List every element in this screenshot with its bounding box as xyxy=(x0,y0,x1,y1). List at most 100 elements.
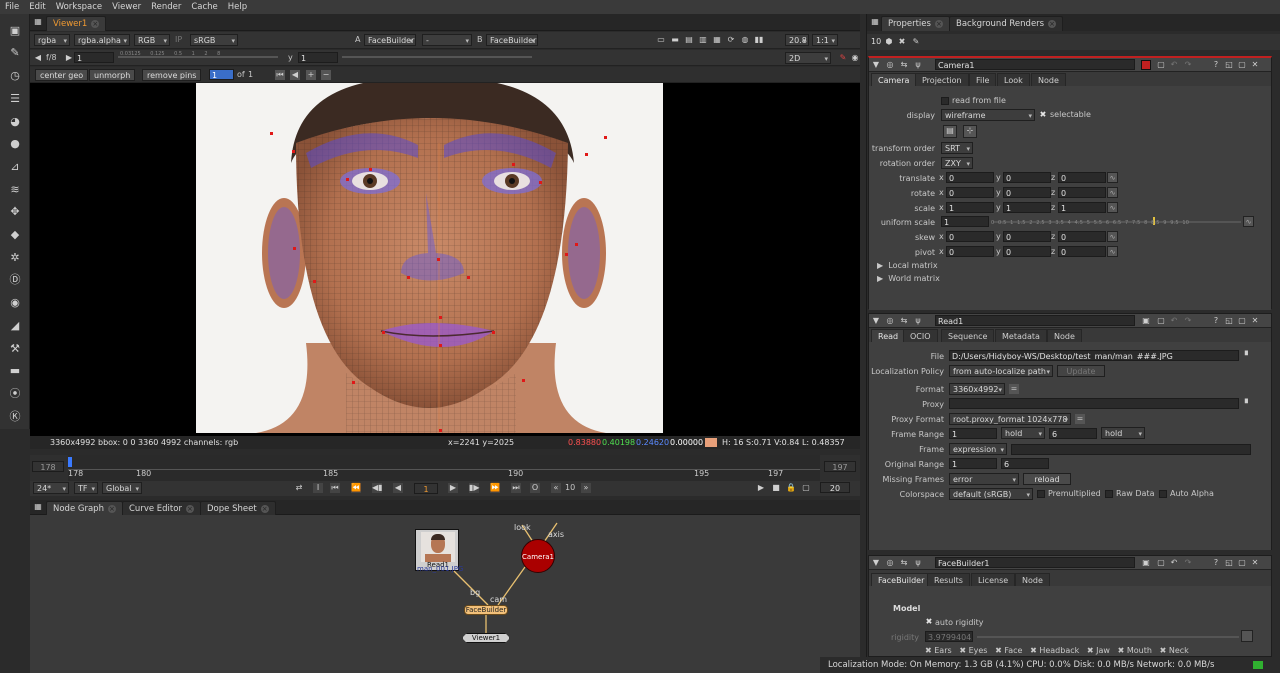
file-path-field[interactable]: D:/Users/Hidyboy-WS/Desktop/test_man/man… xyxy=(949,350,1239,361)
timeline-end[interactable]: 197 xyxy=(824,461,856,472)
read-from-file-checkbox[interactable] xyxy=(941,97,949,105)
input-b-dropdown[interactable]: FaceBuilder1 xyxy=(486,34,538,46)
browse-folder-icon[interactable]: ▘ xyxy=(1243,351,1253,361)
transform-icon[interactable]: ✥ xyxy=(7,203,23,219)
paint-icon[interactable]: ✎ xyxy=(838,53,848,63)
range-dropdown[interactable]: Global xyxy=(102,482,142,494)
original-range-end-field[interactable]: 6 xyxy=(1001,458,1049,469)
add-keyframe-icon[interactable]: + xyxy=(306,70,316,80)
float-icon[interactable]: ◱ xyxy=(1224,558,1234,568)
tab-file[interactable]: File xyxy=(969,73,997,86)
input-icon[interactable]: ⇆ xyxy=(899,316,909,326)
menu-viewer[interactable]: Viewer xyxy=(107,2,146,12)
tab-ocio[interactable]: OCIO xyxy=(903,329,938,342)
camera-node[interactable]: Camera1 xyxy=(521,539,555,573)
folder-icon[interactable]: ▤ xyxy=(943,125,957,138)
step-back-button[interactable]: ◀▮ xyxy=(372,483,383,493)
menu-workspace[interactable]: Workspace xyxy=(51,2,107,12)
translate-y-field[interactable]: 0 xyxy=(1003,172,1051,183)
channels-dropdown[interactable]: rgba xyxy=(34,34,70,46)
timeline-start[interactable]: 178 xyxy=(32,461,64,472)
out-point-icon[interactable]: O xyxy=(530,483,540,493)
skip-forward-icon[interactable]: » xyxy=(581,483,591,493)
part-mouth-checkbox[interactable]: ✖ xyxy=(1118,646,1125,655)
missing-frames-dropdown[interactable]: error xyxy=(949,473,1019,485)
grid-icon[interactable]: ▦ xyxy=(870,17,880,27)
zoom-dropdown[interactable]: 20.8 xyxy=(785,34,809,46)
alpha-dropdown[interactable]: rgba.alpha xyxy=(74,34,130,46)
gl-color-icon[interactable]: ▢ xyxy=(1156,60,1166,70)
translate-z-field[interactable]: 0 xyxy=(1058,172,1106,183)
tab-background-renders[interactable]: Background Renders × xyxy=(949,16,1064,31)
keentools-icon[interactable]: Ⓚ xyxy=(7,408,23,424)
menu-help[interactable]: Help xyxy=(223,2,252,12)
menu-file[interactable]: File xyxy=(0,2,24,12)
end-frame-field[interactable]: 20 xyxy=(820,482,850,493)
toolsets-icon[interactable]: ⚒ xyxy=(7,340,23,356)
channel-icon[interactable]: ☰ xyxy=(7,90,23,106)
maximize-icon[interactable]: ▢ xyxy=(1237,60,1247,70)
menu-render[interactable]: Render xyxy=(146,2,186,12)
tf-dropdown[interactable]: TF xyxy=(74,482,98,494)
lock-icon[interactable]: ◍ xyxy=(740,35,750,45)
format-edit-icon[interactable]: = xyxy=(1009,384,1019,394)
after-hold-dropdown[interactable]: hold xyxy=(1101,427,1145,439)
ratio-dropdown[interactable]: 1:1 xyxy=(812,34,838,46)
metadata-icon[interactable]: ◢ xyxy=(7,317,23,333)
current-frame-field[interactable]: 1 xyxy=(414,483,438,494)
keyer-icon[interactable]: ⊿ xyxy=(7,158,23,174)
grid-icon[interactable]: ▦ xyxy=(33,17,43,27)
tab-properties[interactable]: Properties × xyxy=(881,16,950,31)
clip-warning-icon[interactable]: ▬ xyxy=(670,35,680,45)
roi-icon[interactable]: ▭ xyxy=(656,35,666,45)
fstop-right-icon[interactable]: ▶ xyxy=(64,53,74,63)
timeline[interactable]: 178 178 180 185 190 195 197 197 xyxy=(30,455,860,481)
close-panel-icon[interactable]: ✕ xyxy=(1250,558,1260,568)
tab-node[interactable]: Node xyxy=(1047,329,1082,342)
particles-icon[interactable]: ✲ xyxy=(7,249,23,265)
help-icon[interactable]: ? xyxy=(1211,316,1221,326)
undo-icon[interactable]: ↶ xyxy=(1169,558,1179,568)
rotate-z-field[interactable]: 0 xyxy=(1058,187,1106,198)
scene-icon[interactable]: ⊹ xyxy=(963,125,977,138)
in-point-icon[interactable]: I xyxy=(313,483,323,493)
ip-button[interactable]: IP xyxy=(175,34,182,46)
tab-projection[interactable]: Projection xyxy=(915,73,969,86)
compositing-dropdown[interactable]: - xyxy=(422,34,472,46)
node-color-icon[interactable]: ▣ xyxy=(1141,316,1151,326)
tab-node[interactable]: Node xyxy=(1031,73,1066,86)
animation-curve-icon[interactable]: ∿ xyxy=(1243,216,1254,227)
premultiplied-checkbox[interactable] xyxy=(1037,490,1045,498)
node-graph-canvas[interactable]: look axis Read1 man_001.JPG Camera1 bg c… xyxy=(30,515,860,673)
animation-curve-icon[interactable]: ∿ xyxy=(1107,231,1118,242)
original-range-start-field[interactable]: 1 xyxy=(949,458,997,469)
pin-icon[interactable]: ⬢ xyxy=(884,37,894,47)
tab-read[interactable]: Read xyxy=(871,329,906,342)
prev-keyframe-icon[interactable]: ◀ xyxy=(290,70,300,80)
frame-range-end-field[interactable]: 6 xyxy=(1049,428,1097,439)
deep-icon[interactable]: Ⓓ xyxy=(7,271,23,287)
camera-name-field[interactable]: Camera1 xyxy=(935,59,1135,70)
part-ears-checkbox[interactable]: ✖ xyxy=(925,646,932,655)
frame-mode-dropdown[interactable]: expression xyxy=(949,443,1007,455)
redo-icon[interactable]: ↷ xyxy=(1183,316,1193,326)
cache-icon[interactable]: ■ xyxy=(771,483,781,493)
remove-pins-button[interactable]: remove pins xyxy=(142,69,202,81)
center-geo-button[interactable]: center geo xyxy=(35,69,89,81)
colorspace-dropdown[interactable]: default (sRGB) xyxy=(949,488,1033,500)
proxy-icon[interactable]: ▦ xyxy=(712,35,722,45)
viewer-toggle-icon[interactable]: ◎ xyxy=(885,60,895,70)
tab-node[interactable]: Node xyxy=(1015,573,1050,586)
part-jaw-checkbox[interactable]: ✖ xyxy=(1087,646,1094,655)
help-node-icon[interactable]: ψ xyxy=(913,60,923,70)
pivot-y-field[interactable]: 0 xyxy=(1003,246,1051,257)
close-panel-icon[interactable]: ✕ xyxy=(1250,60,1260,70)
rigidity-curve-button[interactable] xyxy=(1241,630,1253,642)
view-mode-dropdown[interactable]: 2D xyxy=(785,52,831,64)
edit-icon[interactable]: ✎ xyxy=(911,37,921,47)
skew-y-field[interactable]: 0 xyxy=(1003,231,1051,242)
read-name-field[interactable]: Read1 xyxy=(935,315,1135,326)
maximize-icon[interactable]: ▢ xyxy=(1237,316,1247,326)
undo-icon[interactable]: ↶ xyxy=(1169,316,1179,326)
rigidity-slider[interactable] xyxy=(977,636,1239,638)
